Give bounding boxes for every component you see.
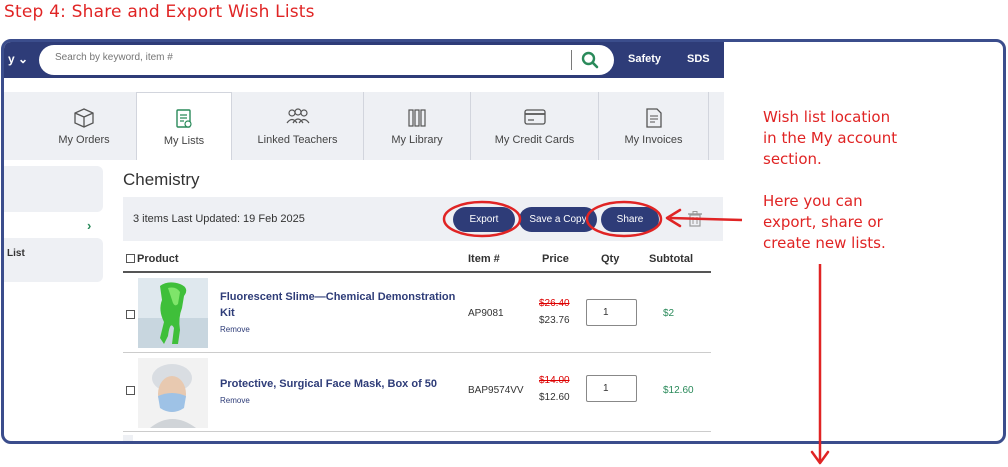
location-annotation: Wish list location in the My account sec… bbox=[763, 108, 898, 168]
pointer-arrow-to-share bbox=[665, 208, 743, 228]
actions-annotation: Here you can export, share or create new… bbox=[763, 192, 886, 252]
export-highlight-ellipse bbox=[442, 200, 522, 238]
share-highlight-ellipse bbox=[585, 200, 663, 238]
pointer-arrow-down bbox=[810, 264, 830, 465]
